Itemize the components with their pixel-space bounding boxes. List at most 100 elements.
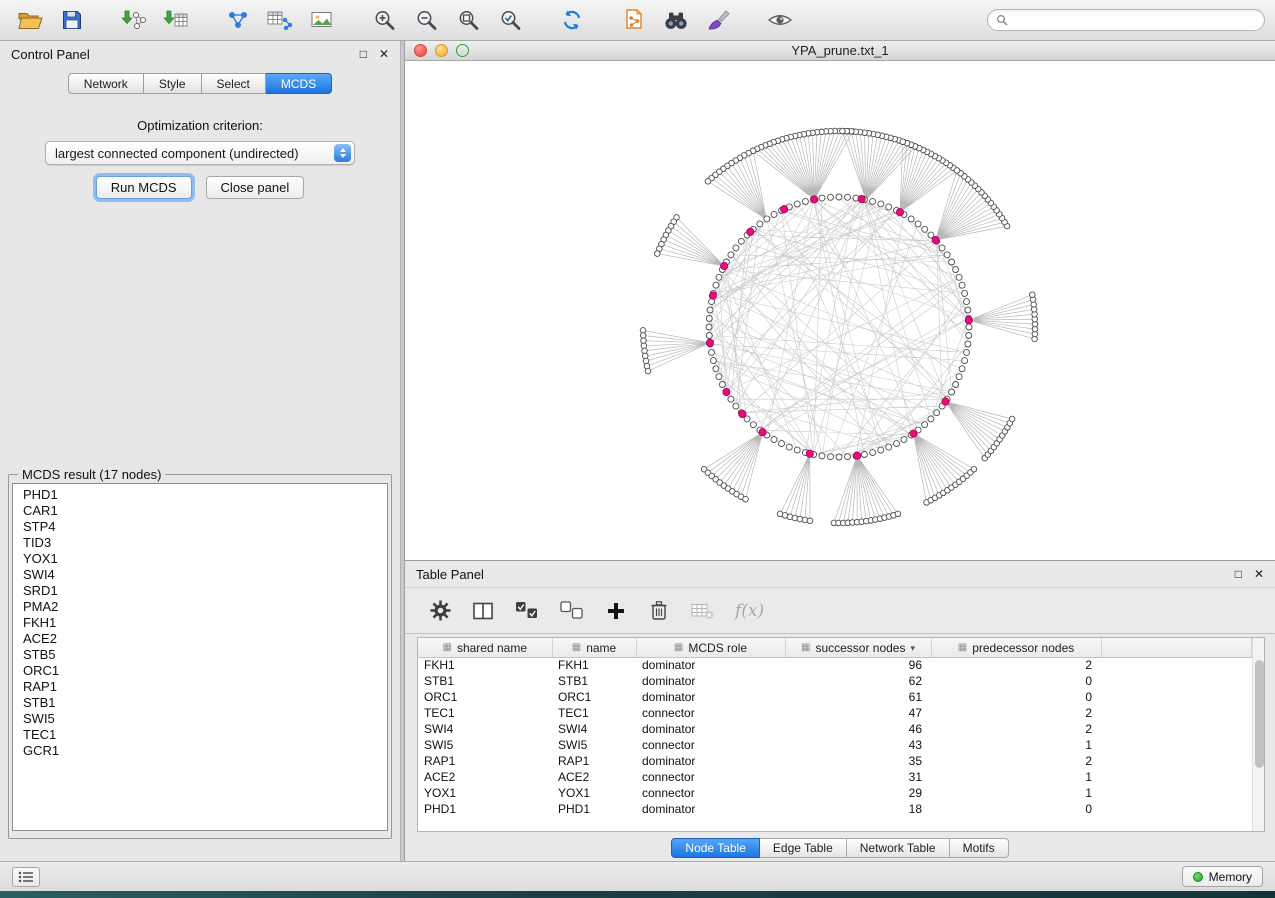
tab-mcds[interactable]: MCDS: [266, 73, 332, 94]
network-node[interactable]: [956, 274, 962, 280]
mcds-dominator-node[interactable]: [942, 398, 949, 405]
network-node[interactable]: [779, 441, 785, 447]
network-node[interactable]: [901, 437, 907, 443]
network-node[interactable]: [908, 216, 914, 222]
network-node[interactable]: [886, 444, 892, 450]
network-leaf-node[interactable]: [954, 168, 960, 174]
apply-style-button[interactable]: [698, 3, 738, 37]
network-canvas[interactable]: [405, 61, 1275, 560]
table-row[interactable]: YOX1YOX1connector291: [418, 785, 1252, 801]
network-node[interactable]: [965, 341, 971, 347]
network-visualization[interactable]: [405, 61, 1275, 560]
network-node[interactable]: [836, 454, 842, 460]
network-node[interactable]: [964, 349, 970, 355]
tab-select[interactable]: Select: [202, 73, 266, 94]
mcds-dominator-node[interactable]: [806, 450, 813, 457]
network-node[interactable]: [964, 299, 970, 305]
network-node[interactable]: [750, 422, 756, 428]
network-node[interactable]: [757, 221, 763, 227]
table-settings-button[interactable]: [429, 596, 451, 626]
new-network-button[interactable]: [218, 3, 258, 37]
close-panel-button[interactable]: Close panel: [206, 176, 305, 199]
network-node[interactable]: [828, 194, 834, 200]
network-node[interactable]: [965, 307, 971, 313]
mcds-dominator-node[interactable]: [910, 430, 917, 437]
network-node[interactable]: [949, 389, 955, 395]
zoom-in-button[interactable]: [364, 3, 404, 37]
mcds-result-item[interactable]: PHD1: [23, 487, 387, 503]
open-session-button[interactable]: [10, 3, 50, 37]
network-node[interactable]: [953, 382, 959, 388]
mcds-result-item[interactable]: SRD1: [23, 583, 387, 599]
network-leaf-node[interactable]: [640, 333, 646, 339]
network-leaf-node[interactable]: [643, 358, 649, 364]
import-network-file-button[interactable]: [114, 3, 154, 37]
tab-node-table[interactable]: Node Table: [671, 838, 760, 858]
network-node[interactable]: [956, 374, 962, 380]
zoom-selected-button[interactable]: [490, 3, 530, 37]
mcds-dominator-node[interactable]: [739, 410, 746, 417]
tab-network[interactable]: Network: [68, 73, 144, 94]
mcds-result-item[interactable]: STB1: [23, 695, 387, 711]
search-network-button[interactable]: [656, 3, 696, 37]
table-row[interactable]: SWI5SWI5connector431: [418, 737, 1252, 753]
create-column-button[interactable]: [605, 596, 627, 626]
network-node[interactable]: [706, 333, 712, 339]
network-node[interactable]: [733, 245, 739, 251]
close-panel-icon[interactable]: ✕: [379, 48, 389, 60]
network-node[interactable]: [786, 444, 792, 450]
network-node[interactable]: [771, 437, 777, 443]
network-leaf-node[interactable]: [1009, 416, 1015, 422]
table-scrollbar[interactable]: [1252, 638, 1264, 831]
refresh-layout-button[interactable]: [552, 3, 592, 37]
network-node[interactable]: [738, 238, 744, 244]
function-builder-button[interactable]: f(x): [735, 596, 764, 626]
zoom-fit-button[interactable]: [448, 3, 488, 37]
network-leaf-node[interactable]: [807, 518, 813, 524]
network-node[interactable]: [966, 324, 972, 330]
network-node[interactable]: [719, 382, 725, 388]
mcds-result-item[interactable]: SWI4: [23, 567, 387, 583]
close-panel-icon[interactable]: ✕: [1254, 568, 1264, 580]
network-node[interactable]: [706, 316, 712, 322]
network-node[interactable]: [716, 374, 722, 380]
mcds-result-item[interactable]: YOX1: [23, 551, 387, 567]
network-node[interactable]: [828, 454, 834, 460]
column-header-MCDS-role[interactable]: ▦MCDS role: [636, 638, 785, 657]
mcds-dominator-node[interactable]: [706, 339, 713, 346]
mcds-dominator-node[interactable]: [747, 228, 754, 235]
network-node[interactable]: [706, 324, 712, 330]
network-node[interactable]: [922, 422, 928, 428]
network-node[interactable]: [915, 221, 921, 227]
mcds-dominator-node[interactable]: [858, 195, 865, 202]
network-node[interactable]: [878, 447, 884, 453]
network-node[interactable]: [894, 441, 900, 447]
network-node[interactable]: [939, 245, 945, 251]
network-leaf-node[interactable]: [840, 128, 846, 134]
table-row[interactable]: RAP1RAP1dominator352: [418, 753, 1252, 769]
network-leaf-node[interactable]: [705, 179, 711, 185]
table-row[interactable]: PHD1PHD1dominator180: [418, 801, 1252, 817]
network-leaf-node[interactable]: [971, 466, 977, 472]
column-header-successor-nodes[interactable]: ▦successor nodes▾: [785, 638, 931, 657]
network-node[interactable]: [802, 198, 808, 204]
memory-button[interactable]: Memory: [1182, 866, 1263, 887]
search-box[interactable]: [987, 9, 1265, 31]
scrollbar-thumb[interactable]: [1255, 660, 1264, 768]
mcds-result-item[interactable]: ACE2: [23, 631, 387, 647]
network-node[interactable]: [861, 452, 867, 458]
network-node[interactable]: [713, 366, 719, 372]
zoom-out-button[interactable]: [406, 3, 446, 37]
mcds-result-item[interactable]: GCR1: [23, 743, 387, 759]
network-node[interactable]: [716, 274, 722, 280]
float-panel-icon[interactable]: □: [360, 48, 367, 60]
show-hide-graphics-button[interactable]: [760, 3, 800, 37]
network-node[interactable]: [962, 358, 968, 364]
network-node[interactable]: [728, 252, 734, 258]
network-node[interactable]: [944, 252, 950, 258]
network-node[interactable]: [819, 453, 825, 459]
network-node[interactable]: [794, 201, 800, 207]
mcds-dominator-node[interactable]: [896, 209, 903, 216]
search-input[interactable]: [1013, 13, 1256, 27]
network-node[interactable]: [966, 333, 972, 339]
